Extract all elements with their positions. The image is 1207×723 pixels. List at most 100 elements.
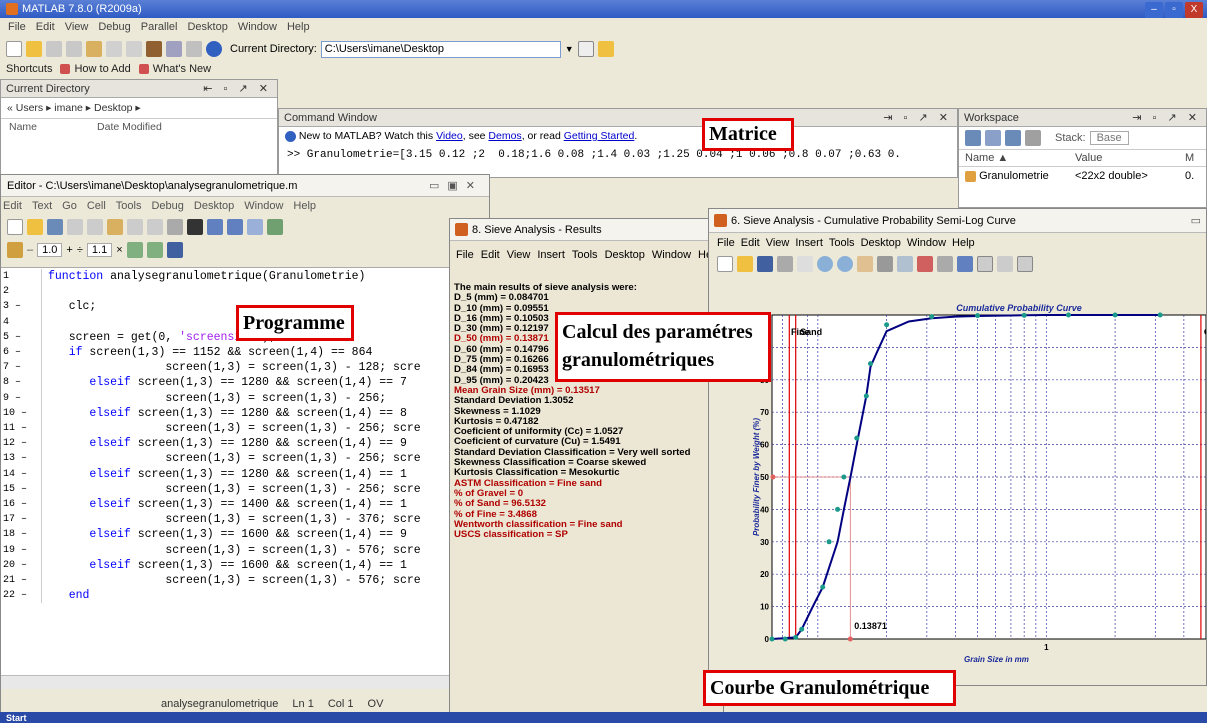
run-icon[interactable] xyxy=(267,219,283,235)
help-icon[interactable] xyxy=(206,41,222,57)
code-line[interactable]: elseif screen(1,3) == 1400 && screen(1,4… xyxy=(48,497,489,512)
code-line[interactable]: screen(1,3) = screen(1,3) - 256; scre xyxy=(48,451,489,466)
save-icon[interactable] xyxy=(1005,130,1021,146)
menu-desktop[interactable]: Desktop xyxy=(861,237,901,249)
video-link[interactable]: Video xyxy=(436,130,463,142)
maximize-icon[interactable]: ▫ xyxy=(1165,2,1183,18)
function-icon[interactable] xyxy=(247,219,263,235)
col-date[interactable]: Date Modified xyxy=(97,121,162,133)
shortcut-how-to-add[interactable]: How to Add xyxy=(74,63,130,75)
guide-icon[interactable] xyxy=(166,41,182,57)
code-line[interactable]: elseif screen(1,3) == 1280 && screen(1,4… xyxy=(48,467,489,482)
cut-icon[interactable] xyxy=(46,41,62,57)
print-icon[interactable] xyxy=(167,219,183,235)
datacursor-icon[interactable] xyxy=(897,256,913,272)
code-line[interactable]: elseif screen(1,3) == 1280 && screen(1,4… xyxy=(48,436,489,451)
plus-icon[interactable]: + xyxy=(66,244,72,256)
menu-window[interactable]: Window xyxy=(244,200,283,212)
menu-edit[interactable]: Edit xyxy=(481,249,500,261)
link-icon[interactable] xyxy=(937,256,953,272)
cell-mode-icon[interactable] xyxy=(7,242,23,258)
workspace-row[interactable]: Granulometrie <22x2 double> 0. xyxy=(959,167,1206,185)
code-line[interactable]: screen(1,3) = screen(1,3) - 376; scre xyxy=(48,512,489,527)
menu-desktop[interactable]: Desktop xyxy=(605,249,645,261)
col-name[interactable]: Name xyxy=(9,121,37,133)
menu-tools[interactable]: Tools xyxy=(572,249,598,261)
code-line[interactable]: screen(1,3) = screen(1,3) - 128; scre xyxy=(48,360,489,375)
menu-file[interactable]: File xyxy=(717,237,735,249)
code-line[interactable]: screen(1,3) = screen(1,3) - 256; xyxy=(48,391,489,406)
menu-view[interactable]: View xyxy=(507,249,531,261)
demos-link[interactable]: Demos xyxy=(488,130,521,142)
new-file-icon[interactable] xyxy=(6,41,22,57)
code-line[interactable]: screen(1,3) = screen(1,3) - 256; scre xyxy=(48,482,489,497)
menu-text[interactable]: Text xyxy=(32,200,52,212)
hide-tools-icon[interactable] xyxy=(997,256,1013,272)
code-line[interactable]: elseif screen(1,3) == 1600 && screen(1,4… xyxy=(48,527,489,542)
zoom-out-icon[interactable] xyxy=(837,256,853,272)
cut-icon[interactable] xyxy=(67,219,83,235)
menu-file[interactable]: File xyxy=(456,249,474,261)
editor-window-controls-icon[interactable]: ▭▣✕ xyxy=(429,179,483,192)
close-icon[interactable]: X xyxy=(1185,2,1203,18)
redo-icon[interactable] xyxy=(126,41,142,57)
undo-icon[interactable] xyxy=(106,41,122,57)
back-icon[interactable] xyxy=(207,219,223,235)
new-variable-icon[interactable] xyxy=(965,130,981,146)
menu-insert[interactable]: Insert xyxy=(537,249,565,261)
getting-started-link[interactable]: Getting Started xyxy=(564,130,635,142)
cumulative-probability-chart[interactable]: 1009080706050403020100Cumulative Probabi… xyxy=(709,283,1206,685)
cell-value-b[interactable]: 1.1 xyxy=(86,243,113,257)
rotate-icon[interactable] xyxy=(877,256,893,272)
code-line[interactable]: function analysegranulometrique(Granulom… xyxy=(48,269,489,284)
new-figure-icon[interactable] xyxy=(717,256,733,272)
times-icon[interactable]: × xyxy=(116,244,122,256)
menu-go[interactable]: Go xyxy=(62,200,77,212)
print-icon[interactable] xyxy=(777,256,793,272)
print-icon[interactable] xyxy=(1025,130,1041,146)
debug-icon[interactable] xyxy=(166,242,183,258)
code-line[interactable]: elseif screen(1,3) == 1280 && screen(1,4… xyxy=(48,406,489,421)
redo-icon[interactable] xyxy=(147,219,163,235)
dir-dropdown-icon[interactable]: ▼ xyxy=(565,44,574,54)
start-button[interactable]: Start xyxy=(0,713,27,723)
simulink-icon[interactable] xyxy=(146,41,162,57)
code-line[interactable]: elseif screen(1,3) == 1600 && screen(1,4… xyxy=(48,558,489,573)
colorbar-icon[interactable] xyxy=(957,256,973,272)
copy-icon[interactable] xyxy=(87,219,103,235)
open-icon[interactable] xyxy=(737,256,753,272)
horizontal-scrollbar[interactable] xyxy=(1,675,489,689)
menu-edit[interactable]: Edit xyxy=(36,21,55,35)
divide-icon[interactable]: ÷ xyxy=(77,244,83,256)
code-line[interactable] xyxy=(48,284,489,299)
menu-insert[interactable]: Insert xyxy=(795,237,823,249)
code-line[interactable]: screen(1,3) = screen(1,3) - 256; scre xyxy=(48,421,489,436)
comment-icon[interactable] xyxy=(126,242,143,258)
code-line[interactable]: if screen(1,3) == 1152 && screen(1,4) ==… xyxy=(48,345,489,360)
menu-tools[interactable]: Tools xyxy=(116,200,142,212)
menu-window[interactable]: Window xyxy=(238,21,277,35)
window-controls-icon[interactable]: ▭ xyxy=(1191,214,1201,227)
menu-help[interactable]: Help xyxy=(293,200,316,212)
uncomment-icon[interactable] xyxy=(146,242,163,258)
menu-edit[interactable]: Edit xyxy=(3,200,22,212)
shortcut-whats-new[interactable]: What's New xyxy=(153,63,211,75)
new-file-icon[interactable] xyxy=(7,219,23,235)
minimize-icon[interactable]: – xyxy=(1145,2,1163,18)
menu-cell[interactable]: Cell xyxy=(87,200,106,212)
code-line[interactable]: screen(1,3) = screen(1,3) - 576; scre xyxy=(48,543,489,558)
profiler-icon[interactable] xyxy=(186,41,202,57)
stack-select[interactable]: Base xyxy=(1089,131,1129,145)
menu-window[interactable]: Window xyxy=(907,237,946,249)
paste-icon[interactable] xyxy=(107,219,123,235)
pan-icon[interactable] xyxy=(857,256,873,272)
undo-icon[interactable] xyxy=(127,219,143,235)
col-value[interactable]: Value xyxy=(1075,152,1185,164)
command-line[interactable]: >> Granulometrie=[3.15 0.12 ;2 0.18;1.6 … xyxy=(279,145,955,166)
col-name[interactable]: Name ▲ xyxy=(965,152,1075,164)
code-line[interactable]: elseif screen(1,3) == 1280 && screen(1,4… xyxy=(48,375,489,390)
brush-icon[interactable] xyxy=(917,256,933,272)
menu-desktop[interactable]: Desktop xyxy=(194,200,234,212)
open-folder-icon[interactable] xyxy=(27,219,43,235)
current-dir-input[interactable]: C:\Users\imane\Desktop xyxy=(320,40,561,58)
